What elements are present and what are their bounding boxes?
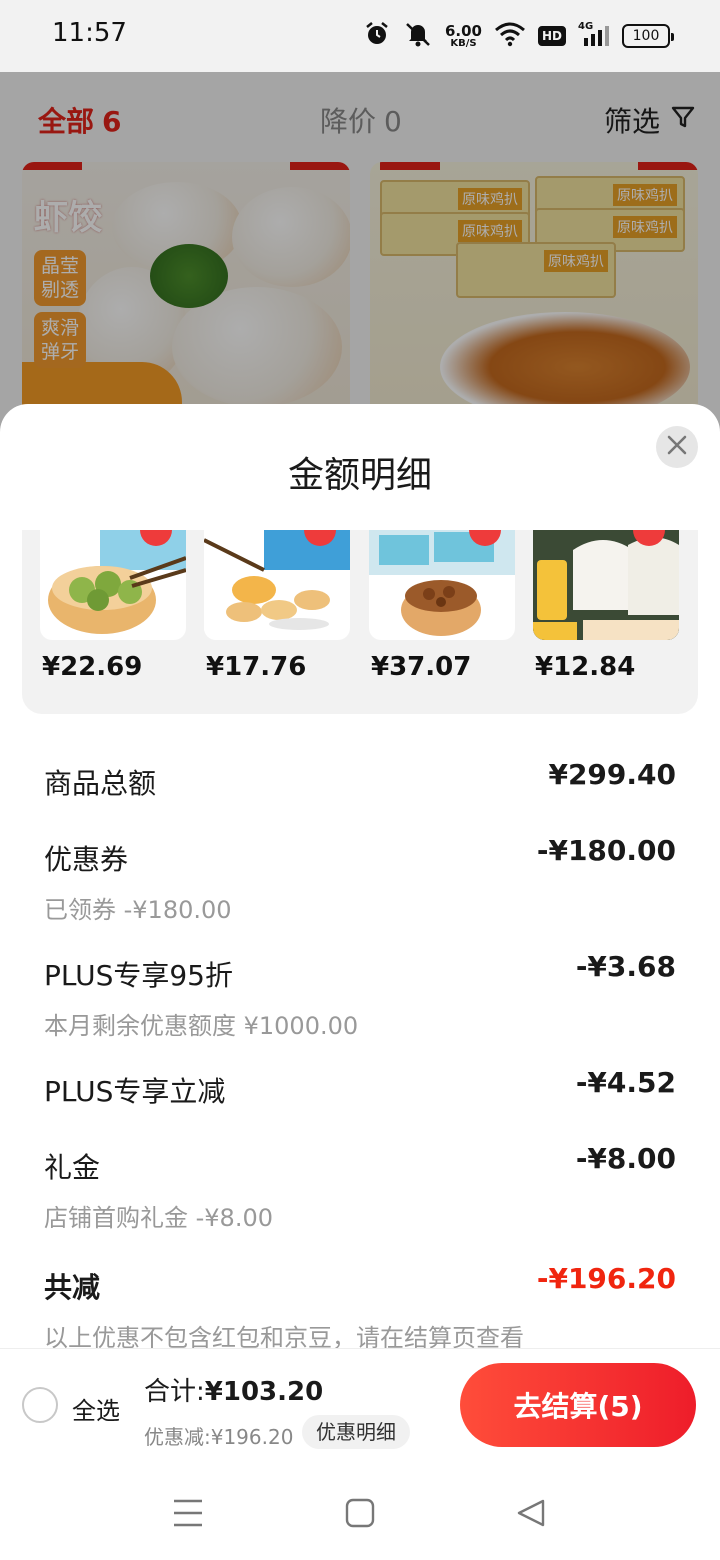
net-speed-value: 6.00 [444,21,482,40]
battery-indicator: 100 [622,24,674,48]
product-thumbnail[interactable] [533,530,679,640]
amount-detail-sheet: 金额明细 ¥22.69 ¥17.76 ¥37.07 ¥12.84 商品总额 ¥2… [0,404,720,1348]
coupon-label: 优惠券 [44,843,129,876]
gift-label: 礼金 [44,1151,101,1184]
chicken-feet-thumbnail [369,530,515,636]
potsticker-thumbnail [204,530,350,640]
plus-reduce-label: PLUS专享立减 [44,1075,226,1108]
gift-sub: 店铺首购礼金 -¥8.00 [44,1204,273,1232]
sum-prefix: 合计: [144,1377,205,1407]
wifi-icon [494,21,526,51]
home-nav-button[interactable] [345,1498,375,1532]
net-speed: 6.00 KB/S [444,21,482,49]
hd-indicator: HD [537,26,566,46]
product-thumbnails-panel: ¥22.69 ¥17.76 ¥37.07 ¥12.84 [22,530,698,714]
plus95-sub: 本月剩余优惠额度 ¥1000.00 [44,1012,359,1040]
discount-detail-button[interactable]: 优惠明细 [302,1415,410,1449]
select-all-label[interactable]: 全选 [72,1391,120,1426]
alarm-icon [363,20,391,52]
sum-amount: ¥103.20 [204,1377,324,1407]
discount-note: 以上优惠不包含红包和京豆，请在结算页查看 [44,1324,524,1348]
product-thumbnail[interactable] [204,530,350,640]
menu-icon [172,1499,204,1532]
menu-nav-button[interactable] [172,1498,204,1532]
checkout-button[interactable]: 去结算(5) [460,1363,696,1447]
subtotal-label: 商品总额 [44,767,157,800]
plus-reduce-value: -¥4.52 [575,1066,676,1099]
sum-line: 合计:¥103.20 [144,1371,323,1408]
coupon-sub: 已领券 -¥180.00 [44,896,232,924]
total-reduce-label: 共减 [44,1271,101,1304]
status-icons: 6.00 KB/S HD 4G 100 [363,20,674,52]
select-all-radio[interactable] [22,1387,58,1423]
subtotal-value: ¥299.40 [548,758,676,791]
cellular-signal-icon: 4G [578,20,610,52]
checkout-bar: 全选 合计:¥103.20 优惠减:¥196.20 优惠明细 去结算(5) [0,1348,720,1460]
status-time: 11:57 [52,18,127,48]
close-button[interactable] [656,426,698,468]
home-square-icon [345,1498,375,1532]
back-triangle-icon [516,1499,546,1532]
signal-label: 4G [578,21,593,32]
plus95-value: -¥3.68 [575,950,676,983]
shaomai-thumbnail [48,530,186,634]
coupon-value: -¥180.00 [536,834,676,867]
back-nav-button[interactable] [516,1498,546,1532]
thumbnail-price: ¥17.76 [206,652,307,682]
thumbnail-price: ¥37.07 [371,652,472,682]
status-bar: 11:57 6.00 KB/S HD 4G 100 [0,0,720,72]
net-speed-unit: KB/S [450,37,477,49]
gift-value: -¥8.00 [575,1142,676,1175]
thumbnail-price: ¥22.69 [42,652,143,682]
thumbnail-price: ¥12.84 [535,652,636,682]
system-nav-bar [0,1460,720,1560]
total-reduce-value: -¥196.20 [536,1262,676,1295]
discount-amount: 优惠减:¥196.20 [144,1425,294,1449]
plus95-label: PLUS专享95折 [44,959,233,992]
close-icon [666,434,688,460]
product-thumbnail[interactable] [40,530,186,640]
sheet-title: 金额明细 [287,455,432,496]
product-thumbnail[interactable] [369,530,515,640]
mute-bell-icon [403,20,433,52]
rice-cake-thumbnail [533,530,679,640]
